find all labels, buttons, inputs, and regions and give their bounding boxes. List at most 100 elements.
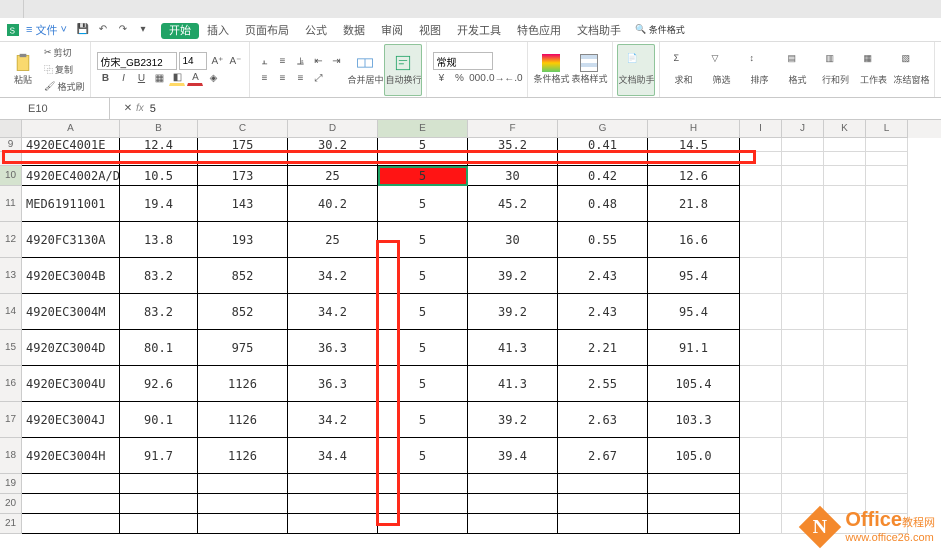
select-all-corner[interactable] — [0, 120, 22, 138]
cell[interactable] — [740, 330, 782, 366]
cell[interactable] — [824, 258, 866, 294]
cell[interactable]: 4920EC4002A/D — [22, 166, 120, 186]
cell[interactable] — [22, 514, 120, 534]
cell[interactable]: 36.3 — [288, 330, 378, 366]
cell[interactable]: 34.4 — [288, 438, 378, 474]
inc-decimal-icon[interactable]: .0→ — [487, 70, 503, 86]
cell[interactable]: 4920ZC3004D — [22, 330, 120, 366]
cell[interactable] — [782, 222, 824, 258]
cell[interactable]: 30 — [468, 222, 558, 258]
cell[interactable] — [824, 294, 866, 330]
cell[interactable]: 103.3 — [648, 402, 740, 438]
cell[interactable] — [866, 166, 908, 186]
cell[interactable] — [866, 330, 908, 366]
font-name-select[interactable] — [97, 52, 177, 70]
cell[interactable]: 852 — [198, 258, 288, 294]
cell[interactable]: 91.7 — [120, 438, 198, 474]
indent-decrease-icon[interactable]: ⇤ — [310, 53, 326, 69]
cell[interactable] — [824, 474, 866, 494]
menu-tab-2[interactable]: 页面布局 — [237, 23, 297, 39]
cell[interactable] — [824, 330, 866, 366]
cell[interactable]: 91.1 — [648, 330, 740, 366]
cell[interactable] — [866, 222, 908, 258]
cell[interactable]: 80.1 — [120, 330, 198, 366]
cell[interactable] — [198, 494, 288, 514]
cell[interactable]: 92.6 — [120, 366, 198, 402]
menu-tab-3[interactable]: 公式 — [297, 23, 335, 39]
cell[interactable] — [468, 514, 558, 534]
worksheet-grid[interactable]: ABCDEFGHIJKL 94920EC4001E12.417530.2535.… — [0, 120, 941, 534]
cell[interactable] — [740, 258, 782, 294]
cell[interactable] — [740, 166, 782, 186]
align-left-icon[interactable]: ≡ — [256, 70, 272, 86]
cell[interactable] — [866, 402, 908, 438]
cell[interactable]: 39.4 — [468, 438, 558, 474]
row-header[interactable]: 13 — [0, 258, 22, 294]
row-header[interactable]: 18 — [0, 438, 22, 474]
currency-icon[interactable]: ¥ — [433, 70, 449, 86]
cell[interactable] — [782, 186, 824, 222]
cell[interactable] — [782, 474, 824, 494]
cell[interactable] — [782, 366, 824, 402]
comma-icon[interactable]: 000 — [469, 70, 485, 86]
cell[interactable] — [782, 258, 824, 294]
italic-button[interactable]: I — [115, 70, 131, 86]
cell[interactable] — [782, 166, 824, 186]
col-header-A[interactable]: A — [22, 120, 120, 138]
cell[interactable]: 36.3 — [288, 366, 378, 402]
cell[interactable]: 143 — [198, 186, 288, 222]
cell[interactable]: 975 — [198, 330, 288, 366]
cell[interactable]: 83.2 — [120, 258, 198, 294]
cell[interactable]: 5 — [378, 166, 468, 186]
cell[interactable] — [866, 438, 908, 474]
cell[interactable]: 13.8 — [120, 222, 198, 258]
cell[interactable] — [740, 474, 782, 494]
col-header-D[interactable]: D — [288, 120, 378, 138]
cell[interactable]: 0.42 — [558, 166, 648, 186]
cell[interactable]: 4920EC3004B — [22, 258, 120, 294]
cell[interactable]: 34.2 — [288, 402, 378, 438]
cell[interactable]: 2.21 — [558, 330, 648, 366]
dec-decimal-icon[interactable]: ←.0 — [505, 70, 521, 86]
cell[interactable] — [648, 494, 740, 514]
cell[interactable]: 2.43 — [558, 294, 648, 330]
cell[interactable]: MED61911001 — [22, 186, 120, 222]
cell[interactable]: 4920FC3130A — [22, 222, 120, 258]
cell[interactable] — [468, 494, 558, 514]
font-color-button[interactable]: A — [187, 70, 203, 86]
col-header-H[interactable]: H — [648, 120, 740, 138]
doc-helper-button[interactable]: 📄文档助手 — [617, 44, 655, 96]
cell[interactable] — [824, 438, 866, 474]
cell[interactable] — [648, 514, 740, 534]
menu-tab-1[interactable]: 插入 — [199, 23, 237, 39]
cell[interactable]: 45.2 — [468, 186, 558, 222]
align-right-icon[interactable]: ≡ — [292, 70, 308, 86]
col-header-I[interactable]: I — [740, 120, 782, 138]
cell[interactable]: 19.4 — [120, 186, 198, 222]
cell[interactable] — [740, 494, 782, 514]
cell[interactable] — [866, 474, 908, 494]
cell[interactable]: 2.55 — [558, 366, 648, 402]
cell[interactable] — [120, 474, 198, 494]
cell[interactable] — [824, 402, 866, 438]
conditional-format-button[interactable]: 条件格式 — [532, 44, 570, 96]
cell[interactable] — [782, 402, 824, 438]
cell[interactable]: 105.0 — [648, 438, 740, 474]
cell[interactable]: 90.1 — [120, 402, 198, 438]
cell[interactable] — [22, 494, 120, 514]
cell[interactable]: 41.3 — [468, 366, 558, 402]
cell[interactable] — [782, 330, 824, 366]
col-header-B[interactable]: B — [120, 120, 198, 138]
cell[interactable]: 105.4 — [648, 366, 740, 402]
merge-center-button[interactable]: 合并居中 — [346, 44, 384, 96]
cell[interactable] — [558, 514, 648, 534]
cell[interactable]: 25 — [288, 166, 378, 186]
border-button[interactable]: ▦ — [151, 70, 167, 86]
cell[interactable] — [288, 474, 378, 494]
cell[interactable] — [824, 186, 866, 222]
decrease-font-icon[interactable]: A⁻ — [227, 53, 243, 69]
copy-button[interactable]: ⿻复制 — [44, 62, 84, 78]
menu-tab-9[interactable]: 文档助手 — [569, 23, 629, 39]
cell[interactable]: 39.2 — [468, 258, 558, 294]
save-icon[interactable]: 💾 — [75, 22, 91, 38]
